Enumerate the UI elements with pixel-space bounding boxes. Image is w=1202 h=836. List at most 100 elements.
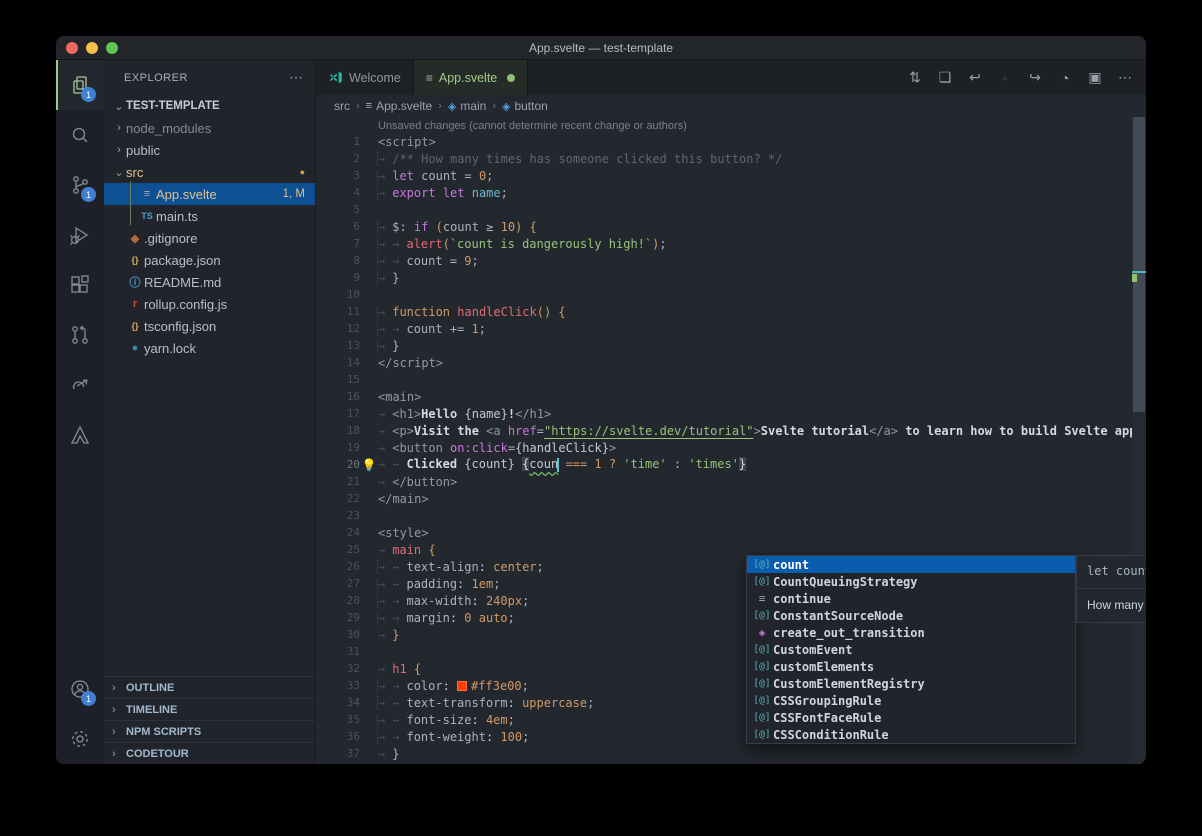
tree-file-main-ts[interactable]: TSmain.ts <box>104 205 315 227</box>
code-line-17[interactable]: 17→<h1>Hello {name}!</h1> <box>316 405 1146 422</box>
code-line-9[interactable]: 9→} <box>316 269 1146 286</box>
code-line-20[interactable]: 20💡→→Clicked {count} {coun === 1 ? 'time… <box>316 456 1146 473</box>
suggest-item-CountQueuingStrategy[interactable]: [@]CountQueuingStrategy <box>747 573 1075 590</box>
file-label: node_modules <box>126 121 211 136</box>
suggest-item-continue[interactable]: ≡continue <box>747 590 1075 607</box>
suggest-label: count <box>773 558 809 572</box>
activity-bar: 1 1 1 <box>56 60 104 764</box>
code-line-22[interactable]: 22</main> <box>316 490 1146 507</box>
breadcrumb-item-button[interactable]: ◈button <box>502 99 548 113</box>
line-number: 30 <box>316 628 360 641</box>
tree-file-README-md[interactable]: ⓘREADME.md <box>104 271 315 293</box>
panel-codetour[interactable]: ›CODETOUR <box>104 742 315 764</box>
tree-folder-src[interactable]: ⌄src● <box>104 161 315 183</box>
activity-item-run-debug[interactable] <box>56 210 104 260</box>
panel-outline[interactable]: ›OUTLINE <box>104 676 315 698</box>
code-line-3[interactable]: 3→let count = 0; <box>316 167 1146 184</box>
open-changes-icon[interactable]: ⇅ <box>902 65 928 91</box>
suggest-item-CSSGroupingRule[interactable]: [@]CSSGroupingRule <box>747 692 1075 709</box>
tree-folder-node_modules[interactable]: ›node_modules <box>104 117 315 139</box>
activity-item-accounts[interactable]: 1 <box>56 664 104 714</box>
activity-item-source-control[interactable]: 1 <box>56 160 104 210</box>
tree-file-yarn-lock[interactable]: ●yarn.lock <box>104 337 315 359</box>
breadcrumb-item-src[interactable]: src <box>334 99 350 113</box>
line-number: 5 <box>316 203 360 216</box>
minimize-window-button[interactable] <box>86 42 98 54</box>
activity-item-extensions[interactable] <box>56 260 104 310</box>
suggest-item-CustomElementRegistry[interactable]: [@]CustomElementRegistry <box>747 675 1075 692</box>
editor-surface[interactable]: Unsaved changes (cannot determine recent… <box>316 117 1146 764</box>
code-line-21[interactable]: 21→</button> <box>316 473 1146 490</box>
code-line-37[interactable]: 37→} <box>316 745 1146 762</box>
breadcrumb-item-main[interactable]: ◈main <box>448 99 486 113</box>
code-line-15[interactable]: 15 <box>316 371 1146 388</box>
more-actions-icon[interactable]: ⋯ <box>1112 65 1138 91</box>
tab-app-svelte[interactable]: ≡App.svelte <box>414 60 528 95</box>
suggest-item-CSSConditionRule[interactable]: [@]CSSConditionRule <box>747 726 1075 743</box>
code-line-11[interactable]: 11→function handleClick() { <box>316 303 1146 320</box>
maximize-window-button[interactable] <box>106 42 118 54</box>
go-forward-icon[interactable]: ↪ <box>1022 65 1048 91</box>
scrollbar-thumb[interactable] <box>1133 117 1145 412</box>
code-line-14[interactable]: 14</script> <box>316 354 1146 371</box>
code-line-5[interactable]: 5 <box>316 201 1146 218</box>
code-line-24[interactable]: 24<style> <box>316 524 1146 541</box>
code-text: →→max-width: 240px; <box>378 594 529 608</box>
tab-welcome[interactable]: Welcome <box>316 60 414 95</box>
tree-file-tsconfig-json[interactable]: {}tsconfig.json <box>104 315 315 337</box>
codetour-record-icon[interactable]: ◔ <box>1052 65 1078 91</box>
go-back-icon[interactable]: ↩ <box>962 65 988 91</box>
activity-item-live-share[interactable] <box>56 360 104 410</box>
line-number: 37 <box>316 747 360 760</box>
tree-folder-public[interactable]: ›public <box>104 139 315 161</box>
tree-file-package-json[interactable]: {}package.json <box>104 249 315 271</box>
suggest-item-customElements[interactable]: [@]customElements <box>747 658 1075 675</box>
suggest-label: CSSGroupingRule <box>773 694 881 708</box>
code-line-18[interactable]: 18→<p>Visit the <a href="https://svelte.… <box>316 422 1146 439</box>
tree-file--gitignore[interactable]: ◆.gitignore <box>104 227 315 249</box>
code-line-19[interactable]: 19→<button on:click={handleClick}> <box>316 439 1146 456</box>
code-line-10[interactable]: 10 <box>316 286 1146 303</box>
code-line-23[interactable]: 23 <box>316 507 1146 524</box>
code-line-1[interactable]: 1<script> <box>316 133 1146 150</box>
panel-timeline[interactable]: ›TIMELINE <box>104 698 315 720</box>
suggest-item-count[interactable]: [@]count <box>747 556 1075 573</box>
panel-npm-scripts[interactable]: ›NPM SCRIPTS <box>104 720 315 742</box>
tree-file-App-svelte[interactable]: ≡App.svelte1, M <box>104 183 315 205</box>
breadcrumb-item-app-svelte[interactable]: ≡App.svelte <box>366 99 432 113</box>
go-to-icon[interactable]: ◦ <box>992 65 1018 91</box>
code-line-8[interactable]: 8→→count = 9; <box>316 252 1146 269</box>
json-file-icon: {} <box>126 321 144 331</box>
line-number: 4 <box>316 186 360 199</box>
lightbulb-icon[interactable]: 💡 <box>362 458 377 472</box>
open-preview-icon[interactable]: ❏ <box>932 65 958 91</box>
code-line-2[interactable]: 2→/** How many times has someone clicked… <box>316 150 1146 167</box>
code-line-16[interactable]: 16<main> <box>316 388 1146 405</box>
suggest-item-create_out_transition[interactable]: ◈create_out_transition <box>747 624 1075 641</box>
activity-item-azure[interactable] <box>56 410 104 460</box>
code-line-4[interactable]: 4→export let name; <box>316 184 1146 201</box>
scrollbar[interactable] <box>1132 117 1146 764</box>
activity-item-github-pull-requests[interactable] <box>56 310 104 360</box>
code-line-12[interactable]: 12→→count += 1; <box>316 320 1146 337</box>
code-line-13[interactable]: 13→} <box>316 337 1146 354</box>
split-editor-icon[interactable]: ▣ <box>1082 65 1108 91</box>
tree-file-rollup-config-js[interactable]: rrollup.config.js <box>104 293 315 315</box>
suggest-item-CustomEvent[interactable]: [@]CustomEvent <box>747 641 1075 658</box>
code-text: →→margin: 0 auto; <box>378 611 515 625</box>
close-window-button[interactable] <box>66 42 78 54</box>
file-label: tsconfig.json <box>144 319 216 334</box>
suggest-item-ConstantSourceNode[interactable]: [@]ConstantSourceNode <box>747 607 1075 624</box>
explorer-more-actions-icon[interactable]: ⋯ <box>289 69 303 86</box>
color-swatch[interactable] <box>457 681 467 691</box>
activity-item-settings[interactable] <box>56 714 104 764</box>
title-bar[interactable]: App.svelte — test-template <box>56 36 1146 60</box>
git-file-icon: ◆ <box>126 232 144 245</box>
tree-root-test-template[interactable]: ⌄TEST-TEMPLATE <box>104 95 315 117</box>
activity-item-search[interactable] <box>56 110 104 160</box>
activity-item-explorer[interactable]: 1 <box>56 60 104 110</box>
symbol-variable-icon: [@] <box>751 695 773 706</box>
suggest-item-CSSFontFaceRule[interactable]: [@]CSSFontFaceRule <box>747 709 1075 726</box>
code-line-6[interactable]: 6→$: if (count ≥ 10) { <box>316 218 1146 235</box>
code-line-7[interactable]: 7→→alert(`count is dangerously high!`); <box>316 235 1146 252</box>
